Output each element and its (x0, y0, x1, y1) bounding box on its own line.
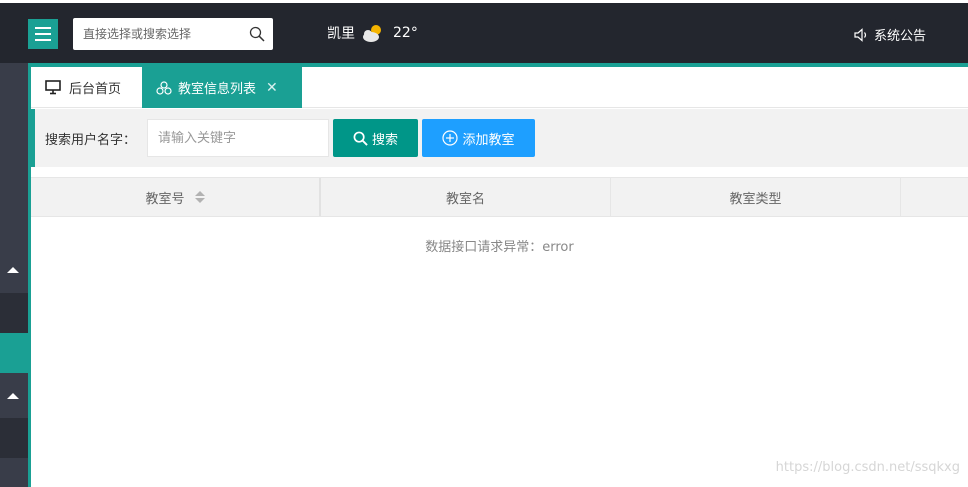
sidebar-item[interactable] (0, 458, 28, 487)
search-label: 搜索用户名字： (45, 133, 137, 148)
hamburger-icon (35, 27, 51, 29)
add-classroom-button[interactable]: 添加教室 (422, 119, 535, 157)
table-header: 教室号 教室名 教室类型 (31, 177, 968, 217)
table-empty-message: 数据接口请求异常：error (425, 240, 574, 255)
cluster-icon (156, 80, 172, 95)
keyword-input[interactable] (147, 119, 329, 157)
search-icon[interactable] (249, 26, 265, 42)
collapse-up-icon[interactable] (7, 267, 19, 273)
announcement-link[interactable]: 系统公告 (854, 25, 926, 44)
tab-bar: 后台首页 教室信息列表 ✕ (31, 67, 968, 108)
watermark: https://blog.csdn.net/ssqkxg (775, 460, 960, 475)
top-bar: 凯里 22° 系统公告 (0, 0, 968, 63)
sort-icon[interactable] (194, 191, 205, 203)
sidebar-item[interactable] (0, 418, 28, 458)
column-header-room-number[interactable]: 教室号 (31, 178, 321, 216)
sidebar (0, 63, 28, 487)
speaker-icon (854, 27, 867, 42)
sidebar-item[interactable] (0, 293, 28, 333)
collapse-up-icon[interactable] (7, 393, 19, 399)
plus-circle-icon (442, 130, 459, 146)
search-icon (353, 131, 368, 146)
temperature: 22° (393, 25, 418, 41)
sidebar-item-active[interactable] (0, 333, 28, 373)
monitor-icon (45, 80, 61, 95)
tab-home[interactable]: 后台首页 (31, 67, 141, 108)
search-button-label: 搜索 (371, 132, 398, 148)
tab-label: 教室信息列表 (178, 82, 257, 97)
announcement-label: 系统公告 (873, 29, 926, 44)
column-label: 教室名 (445, 191, 485, 207)
classroom-table: 教室号 教室名 教室类型 (31, 177, 968, 217)
search-button[interactable]: 搜索 (333, 119, 418, 157)
partly-cloudy-icon (363, 25, 381, 42)
tab-classroom-list[interactable]: 教室信息列表 ✕ (142, 67, 302, 108)
menu-toggle-button[interactable] (28, 19, 58, 49)
add-button-label: 添加教室 (462, 132, 515, 148)
search-toolbar: 搜索用户名字： 搜索 添加教室 (31, 109, 968, 167)
sidebar-section (0, 63, 28, 293)
city-name: 凯里 (327, 26, 355, 42)
column-label: 教室号 (145, 191, 185, 207)
tab-label: 后台首页 (69, 82, 122, 97)
column-label: 教室类型 (729, 191, 782, 207)
column-header-room-name: 教室名 (321, 178, 611, 216)
weather-widget: 凯里 22° (327, 23, 418, 43)
close-icon[interactable]: ✕ (266, 80, 278, 96)
global-search (73, 18, 273, 50)
column-header-room-type: 教室类型 (611, 178, 901, 216)
global-search-input[interactable] (73, 18, 238, 50)
